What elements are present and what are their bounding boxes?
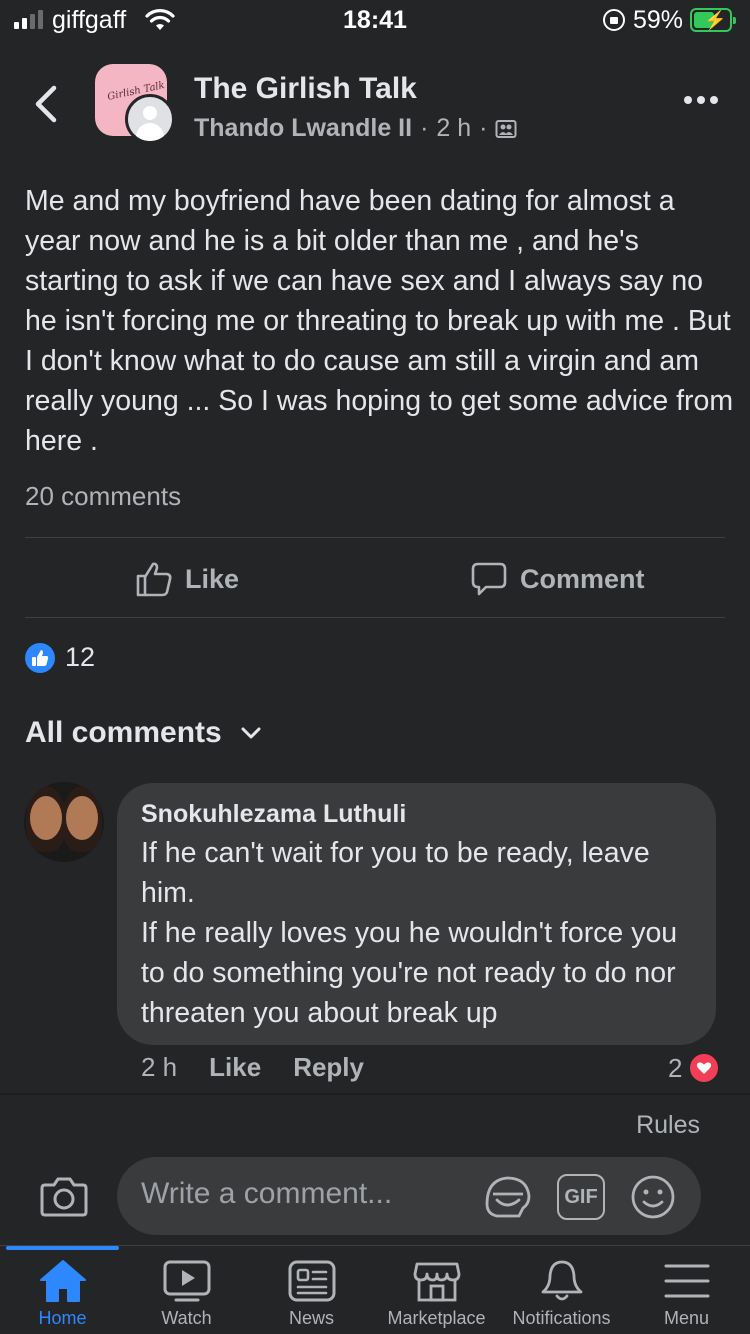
rotation-lock-icon <box>603 9 625 31</box>
charging-bolt-icon: ⚡ <box>704 10 727 30</box>
meta-separator: · <box>420 114 429 142</box>
bell-icon <box>541 1260 582 1301</box>
post-body: Me and my boyfriend have been dating for… <box>25 185 734 457</box>
tab-news[interactable]: News <box>249 1256 374 1334</box>
back-arrow-icon[interactable] <box>28 80 68 128</box>
comment-reactions[interactable]: 2 <box>668 1052 721 1084</box>
tab-home[interactable]: Home <box>0 1256 125 1334</box>
comments-count[interactable]: 20 comments <box>25 481 181 512</box>
more-options-icon[interactable] <box>684 96 718 104</box>
author-avatar-placeholder-icon <box>125 94 175 144</box>
meta-separator: · <box>479 114 488 142</box>
post-author[interactable]: Thando Lwandle II <box>194 114 412 143</box>
comment-bubble-icon <box>471 562 507 596</box>
comment-reaction-count: 2 <box>668 1052 683 1083</box>
tab-label: Marketplace <box>387 1308 486 1328</box>
like-label: Like <box>185 563 240 594</box>
bottom-tab-bar: Home Watch News Marketplace Notification… <box>0 1245 750 1334</box>
like-button[interactable]: Like <box>135 555 239 603</box>
comment-line: If he can't wait for you to be ready, le… <box>141 837 658 909</box>
comment-input-placeholder: Write a comment... <box>141 1177 393 1210</box>
comment-input[interactable]: Write a comment... GIF <box>117 1157 701 1235</box>
post-meta: Thando Lwandle II · 2 h · <box>194 114 517 143</box>
divider <box>25 617 725 618</box>
comment-line: If he really loves you he wouldn't force… <box>141 917 686 1029</box>
tab-label: Watch <box>161 1308 212 1328</box>
comment-composer: Rules Write a comment... GIF <box>0 1093 750 1245</box>
battery-icon: ⚡ <box>690 8 736 32</box>
tab-label: Notifications <box>512 1308 611 1328</box>
news-icon <box>288 1260 335 1302</box>
group-name[interactable]: The Girlish Talk <box>194 72 417 106</box>
gif-label: GIF <box>564 1185 598 1208</box>
rules-link[interactable]: Rules <box>636 1111 700 1140</box>
tab-menu[interactable]: Menu <box>624 1256 749 1334</box>
group-avatar[interactable]: Girlish Talk <box>95 64 177 146</box>
comment-label: Comment <box>520 563 645 594</box>
comment-reply-button[interactable]: Reply <box>293 1052 364 1083</box>
post-time[interactable]: 2 h <box>436 114 471 143</box>
marketplace-icon <box>413 1262 460 1302</box>
comment-like-button[interactable]: Like <box>209 1052 261 1083</box>
tab-label: Menu <box>663 1308 710 1328</box>
group-privacy-icon <box>495 119 517 138</box>
thumbs-up-icon <box>136 562 172 597</box>
divider <box>25 537 725 538</box>
like-reaction-icon <box>25 642 55 673</box>
battery-percent: 59% <box>633 6 684 34</box>
emoji-icon[interactable] <box>629 1174 677 1220</box>
camera-icon[interactable] <box>40 1175 88 1217</box>
watch-icon <box>163 1260 210 1302</box>
tab-watch[interactable]: Watch <box>124 1256 249 1334</box>
tab-notifications[interactable]: Notifications <box>499 1256 624 1334</box>
comment-text: If he can't wait for you to be ready, le… <box>141 833 692 1033</box>
comment-button[interactable]: Comment <box>470 555 645 603</box>
comment-bubble: Snokuhlezama Luthuli If he can't wait fo… <box>117 783 716 1045</box>
commenter-avatar[interactable] <box>24 782 104 862</box>
commenter-name[interactable]: Snokuhlezama Luthuli <box>141 797 692 831</box>
avatar-sticker-icon[interactable] <box>483 1174 533 1220</box>
reaction-summary[interactable]: 12 <box>25 642 95 673</box>
active-tab-indicator <box>6 1246 119 1250</box>
comment-sort-dropdown[interactable]: All comments <box>25 716 262 750</box>
heart-icon <box>688 1052 721 1084</box>
comment-actions: 2 h Like Reply <box>141 1052 364 1083</box>
tab-label: News <box>288 1308 334 1328</box>
status-bar: giffgaff 18:41 59% ⚡ <box>0 0 750 44</box>
tab-marketplace[interactable]: Marketplace <box>374 1256 499 1334</box>
gif-button[interactable]: GIF <box>557 1174 605 1220</box>
comment-sort-label: All comments <box>25 716 222 749</box>
menu-icon <box>664 1264 709 1298</box>
home-icon <box>39 1260 86 1302</box>
chevron-down-icon <box>241 727 261 739</box>
reaction-count: 12 <box>65 642 96 672</box>
comment-time: 2 h <box>141 1052 178 1082</box>
